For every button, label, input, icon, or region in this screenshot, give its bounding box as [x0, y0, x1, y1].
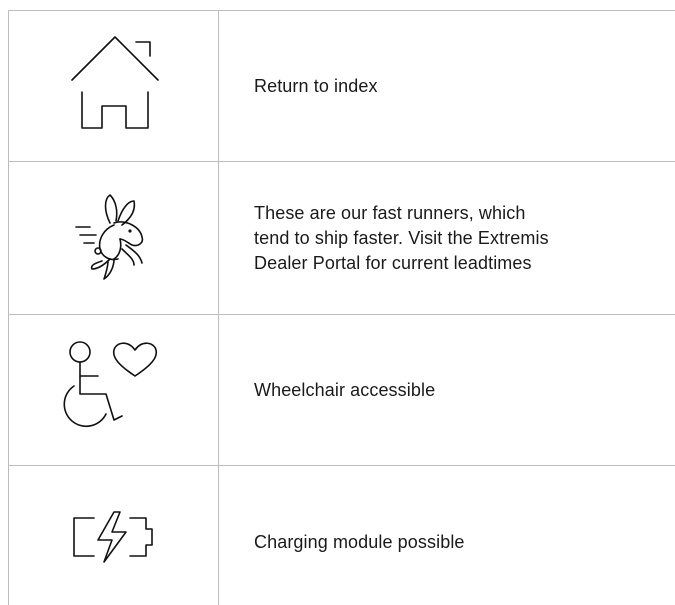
- battery-charging-icon: [72, 511, 153, 563]
- icon-cell: [8, 466, 219, 605]
- legend-text: Return to index: [219, 11, 675, 161]
- wheelchair-heart-icon: [63, 341, 157, 428]
- legend-text: Wheelchair accessible: [219, 315, 675, 465]
- icon-cell: [8, 162, 219, 314]
- legend-row-fast-runners: These are our fast runners, which tend t…: [8, 161, 675, 314]
- legend-text: These are our fast runners, which tend t…: [219, 162, 675, 314]
- fast-runners-line: These are our fast runners, which: [254, 202, 526, 223]
- charging-module-label: Charging module possible: [254, 532, 465, 552]
- legend-text: Charging module possible: [219, 466, 675, 605]
- legend-row-charging-module: Charging module possible: [8, 465, 675, 605]
- fast-runners-line: tend to ship faster. Visit the Extremis: [254, 227, 549, 248]
- icon-cell: [8, 315, 219, 465]
- running-rabbit-icon: [74, 194, 143, 280]
- wheelchair-accessible-label: Wheelchair accessible: [254, 379, 436, 400]
- return-to-index-label[interactable]: Return to index: [254, 74, 378, 99]
- legend-row-return-to-index[interactable]: Return to index: [8, 10, 675, 161]
- icon-legend-table: Return to index These are our fast runne…: [8, 10, 675, 605]
- legend-row-wheelchair-accessible: Wheelchair accessible: [8, 314, 675, 465]
- house-icon[interactable]: [64, 36, 164, 129]
- fast-runners-description: These are our fast runners, which tend t…: [254, 201, 549, 276]
- fast-runners-line: Dealer Portal for current leadtimes: [254, 252, 532, 273]
- icon-cell: [8, 11, 219, 161]
